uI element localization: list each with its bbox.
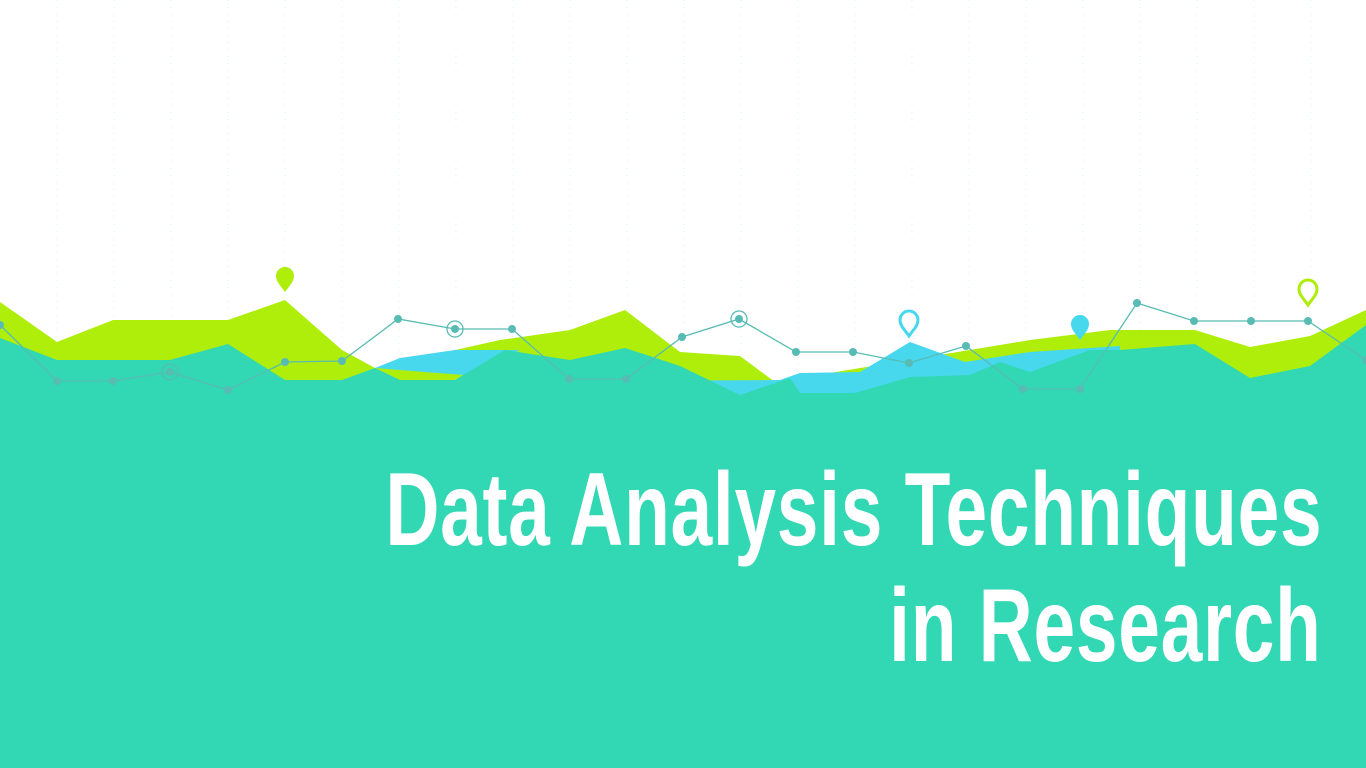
data-point: [1304, 317, 1312, 325]
data-point: [1190, 317, 1198, 325]
slide-title-line-2: in Research: [889, 568, 1322, 684]
data-point: [678, 333, 686, 341]
map-pin-icon: [276, 267, 294, 292]
map-pin-outline-icon: [1297, 278, 1319, 308]
data-point: [792, 348, 800, 356]
data-point: [53, 377, 61, 385]
slide-title-line-1: Data Analysis Techniques: [385, 452, 1322, 568]
data-point: [1247, 317, 1255, 325]
data-point: [508, 325, 516, 333]
data-point: [166, 368, 174, 376]
data-point: [565, 375, 573, 383]
data-point: [849, 348, 857, 356]
data-point: [338, 357, 346, 365]
data-point: [905, 359, 913, 367]
data-point: [394, 315, 402, 323]
map-pin-outline-icon: [898, 309, 920, 339]
data-point: [1019, 385, 1027, 393]
data-point: [1133, 299, 1141, 307]
data-point: [451, 325, 459, 333]
data-point: [109, 377, 117, 385]
data-point: [735, 315, 743, 323]
data-point: [622, 375, 630, 383]
data-point: [281, 358, 289, 366]
data-point: [224, 386, 232, 394]
data-point: [1076, 385, 1084, 393]
data-point: [962, 342, 970, 350]
